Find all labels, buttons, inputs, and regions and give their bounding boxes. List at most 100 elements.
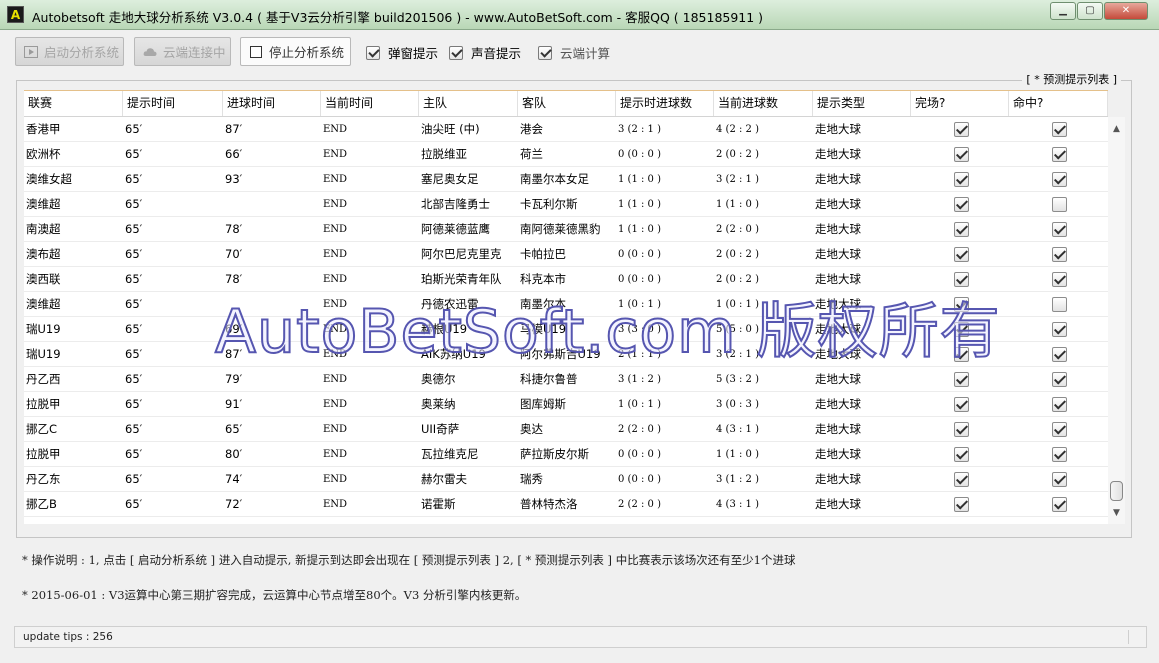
cell-goal-time: 78′ — [225, 222, 243, 236]
column-header-tip-type[interactable]: 提示类型 — [813, 91, 911, 116]
cell-finished — [911, 471, 1009, 487]
cell-current-time: END — [323, 223, 348, 235]
column-header-away-team[interactable]: 客队 — [518, 91, 616, 116]
hit-checkbox[interactable] — [1052, 371, 1067, 387]
cell-home-team: 诺霍斯 — [421, 497, 456, 511]
table-row[interactable]: 澳维超 65′ END 北部吉隆勇士 卡瓦利尔斯 1 (1 : 0 ) 1 (1 : 0 )… — [24, 192, 1108, 217]
cell-tip-time: 65′ — [125, 122, 143, 136]
minimize-icon[interactable]: ▁ — [1050, 2, 1076, 20]
table-row[interactable]: 澳西联 65′ 78′ END 珀斯光荣青年队 科克本市 0 (0 : 0 ) 2 (0 : … — [24, 267, 1108, 292]
column-header-hit[interactable]: 命中? — [1009, 91, 1108, 116]
cell-tip-score: 0 (0 : 0 ) — [618, 473, 661, 485]
finished-checkbox[interactable] — [953, 346, 969, 362]
hit-checkbox[interactable] — [1052, 421, 1067, 437]
finished-checkbox[interactable] — [953, 221, 969, 237]
close-icon[interactable]: ✕ — [1104, 2, 1148, 20]
cell-finished — [911, 371, 1009, 387]
scroll-down-icon[interactable]: ▼ — [1108, 505, 1125, 522]
cell-tip-score: 2 (2 : 0 ) — [618, 498, 661, 510]
table-row[interactable]: 挪乙C 65′ 65′ END UII奇萨 奥达 2 (2 : 0 ) 4 (3 : 1 ) 走… — [24, 417, 1108, 442]
cell-tip-score: 1 (1 : 0 ) — [618, 198, 661, 210]
hit-checkbox[interactable] — [1052, 321, 1067, 337]
finished-checkbox[interactable] — [953, 196, 969, 212]
column-header-current-time[interactable]: 当前时间 — [321, 91, 419, 116]
finished-checkbox[interactable] — [953, 246, 969, 262]
table-row[interactable]: 瑞U19 65′ 69′ END 赫根U19 马模U19 3 (3 : 0 ) 5 (5 : … — [24, 317, 1108, 342]
cell-home-team: AIK苏纳U19 — [421, 347, 486, 361]
cell-league: 南澳超 — [26, 222, 61, 236]
table-row[interactable]: 丹乙西 65′ 79′ END 奥德尔 科捷尔鲁普 3 (1 : 2 ) 5 (3 : 2 )… — [24, 367, 1108, 392]
cloud-calc-checkbox[interactable] — [538, 45, 552, 60]
column-header-finished[interactable]: 完场? — [911, 91, 1009, 116]
scroll-up-icon[interactable]: ▲ — [1108, 121, 1125, 138]
table-row[interactable]: 瑞U19 65′ 87′ END AIK苏纳U19 阿尔弗斯吉U19 2 (1 : 1 ) 3… — [24, 342, 1108, 367]
hit-checkbox[interactable] — [1052, 196, 1067, 212]
cell-goal-time: 93′ — [225, 172, 243, 186]
hit-checkbox[interactable] — [1052, 471, 1067, 487]
finished-checkbox[interactable] — [953, 496, 969, 512]
column-header-home-team[interactable]: 主队 — [419, 91, 518, 116]
table-row[interactable]: 澳维超 65′ END 丹德农迅雷 南墨尔本 1 (0 : 1 ) 1 (0 : 1 ) 走地… — [24, 292, 1108, 317]
popup-checkbox[interactable] — [366, 45, 380, 60]
cell-away-team: 科克本市 — [520, 272, 566, 286]
sound-checkbox[interactable] — [449, 45, 463, 60]
cell-tip-type: 走地大球 — [815, 122, 861, 136]
column-header-goal-time[interactable]: 进球时间 — [223, 91, 321, 116]
hit-checkbox[interactable] — [1052, 246, 1067, 262]
cell-tip-score: 3 (3 : 0 ) — [618, 323, 661, 335]
finished-checkbox[interactable] — [953, 421, 969, 437]
start-analysis-button[interactable]: 启动分析系统 — [15, 37, 124, 66]
table-row[interactable]: 香港甲 65′ 87′ END 油尖旺 (中) 港会 3 (2 : 1 ) 4 (2 : 2 … — [24, 117, 1108, 142]
finished-checkbox[interactable] — [953, 171, 969, 187]
cell-current-score: 2 (0 : 2 ) — [716, 148, 759, 160]
cell-hit — [1009, 496, 1108, 512]
popup-toggle[interactable]: 弹窗提示 — [366, 43, 438, 62]
hit-checkbox[interactable] — [1052, 346, 1067, 362]
table-row[interactable]: 南澳超 65′ 78′ END 阿德莱德蓝鹰 南阿德莱德黑豹 1 (1 : 0 ) 2 (2 … — [24, 217, 1108, 242]
cell-finished — [911, 396, 1009, 412]
table-row[interactable]: 丹乙东 65′ 74′ END 赫尔雷夫 瑞秀 0 (0 : 0 ) 3 (1 : 2 ) 走地… — [24, 467, 1108, 492]
cloud-connect-button[interactable]: 云端连接中 — [134, 37, 231, 66]
finished-checkbox[interactable] — [953, 321, 969, 337]
cell-tip-type: 走地大球 — [815, 422, 861, 436]
maximize-icon[interactable]: ▢ — [1077, 2, 1103, 20]
hit-checkbox[interactable] — [1052, 271, 1067, 287]
column-header-tip-score[interactable]: 提示时进球数 — [616, 91, 714, 116]
resize-grip-icon[interactable] — [1128, 630, 1142, 644]
table-row[interactable]: 澳布超 65′ 70′ END 阿尔巴尼克里克 卡帕拉巴 0 (0 : 0 ) 2 (0 : … — [24, 242, 1108, 267]
cell-current-time: END — [323, 323, 348, 335]
finished-checkbox[interactable] — [953, 296, 969, 312]
table-row[interactable]: 挪乙B 65′ 72′ END 诺霍斯 普林特杰洛 2 (2 : 0 ) 4 (3 : 1 )… — [24, 492, 1108, 517]
hit-checkbox[interactable] — [1052, 171, 1067, 187]
table-row[interactable]: 澳维女超 65′ 93′ END 塞尼奥女足 南墨尔本女足 1 (1 : 0 ) 3 (2 :… — [24, 167, 1108, 192]
hit-checkbox[interactable] — [1052, 496, 1067, 512]
finished-checkbox[interactable] — [953, 446, 969, 462]
cell-home-team: 赫尔雷夫 — [421, 472, 467, 486]
hit-checkbox[interactable] — [1052, 221, 1067, 237]
hit-checkbox[interactable] — [1052, 396, 1067, 412]
table-row[interactable]: 拉脱甲 65′ 91′ END 奥莱纳 图库姆斯 1 (0 : 1 ) 3 (0 : 3 ) 走… — [24, 392, 1108, 417]
hit-checkbox[interactable] — [1052, 146, 1067, 162]
finished-checkbox[interactable] — [953, 396, 969, 412]
finished-checkbox[interactable] — [953, 371, 969, 387]
finished-checkbox[interactable] — [953, 471, 969, 487]
cloud-calc-toggle[interactable]: 云端计算 — [538, 43, 610, 62]
table-vertical-scrollbar[interactable]: ▲ ▼ — [1108, 117, 1125, 524]
scrollbar-thumb[interactable] — [1110, 481, 1123, 501]
finished-checkbox[interactable] — [953, 146, 969, 162]
hit-checkbox[interactable] — [1052, 446, 1067, 462]
finished-checkbox[interactable] — [953, 271, 969, 287]
column-header-league[interactable]: 联赛 — [24, 91, 123, 116]
column-header-current-score[interactable]: 当前进球数 — [714, 91, 813, 116]
sound-toggle[interactable]: 声音提示 — [449, 43, 521, 62]
hit-checkbox[interactable] — [1052, 296, 1067, 312]
cell-current-score: 2 (2 : 0 ) — [716, 223, 759, 235]
hit-checkbox[interactable] — [1052, 121, 1067, 137]
column-header-tip-time[interactable]: 提示时间 — [123, 91, 223, 116]
table-row[interactable]: 拉脱甲 65′ 80′ END 瓦拉维克尼 萨拉斯皮尔斯 0 (0 : 0 ) 1 (1 : … — [24, 442, 1108, 467]
stop-analysis-button[interactable]: 停止分析系统 — [240, 37, 351, 66]
table-row[interactable]: 欧洲杯 65′ 66′ END 拉脱维亚 荷兰 0 (0 : 0 ) 2 (0 : 2 ) 走地… — [24, 142, 1108, 167]
cell-tip-time: 65′ — [125, 397, 143, 411]
finished-checkbox[interactable] — [953, 121, 969, 137]
cell-tip-time: 65′ — [125, 247, 143, 261]
